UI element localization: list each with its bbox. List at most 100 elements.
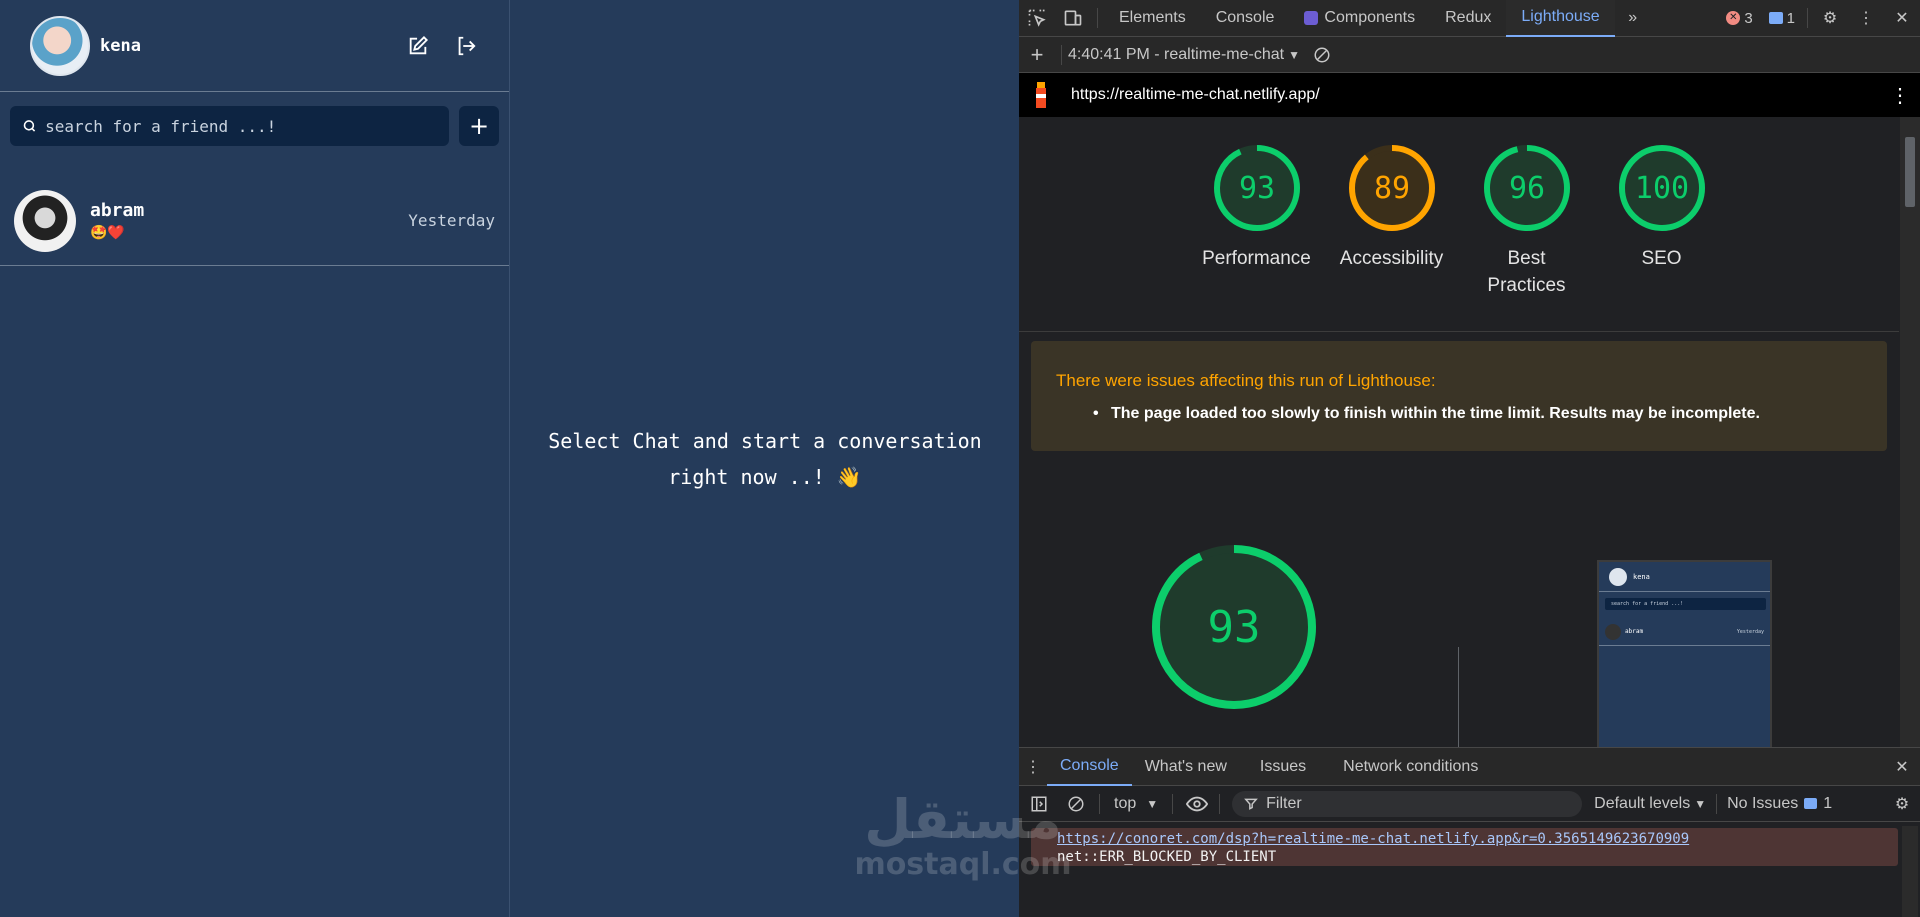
errors-badge[interactable]: ✕ 3	[1718, 10, 1760, 27]
devtools-tabbar: Elements Console Components Redux Lighth…	[1019, 0, 1920, 37]
drawer-menu-icon[interactable]: ⋮	[1019, 748, 1047, 785]
runtime-warning-box: There were issues affecting this run of …	[1031, 341, 1887, 451]
gauge-label: Best Practices	[1487, 248, 1566, 296]
lighthouse-report: 93 Performance 89 Accessibility 96 Best …	[1019, 117, 1899, 747]
svg-text:89: 89	[1373, 171, 1409, 206]
issues-counter[interactable]: No Issues 1	[1727, 795, 1832, 813]
clear-reports-icon[interactable]	[1304, 36, 1340, 73]
report-scrollbar[interactable]	[1900, 117, 1920, 747]
search-box	[10, 106, 449, 146]
console-error-link[interactable]: https://conoret.com/dsp?h=realtime-me-ch…	[1057, 830, 1898, 848]
sidebar-header: kena	[0, 0, 509, 92]
console-error-text: net::ERR_BLOCKED_BY_CLIENT	[1057, 849, 1277, 865]
context-selector[interactable]: top ▼	[1106, 795, 1166, 813]
logout-icon	[458, 36, 476, 55]
console-scrollbar[interactable]	[1902, 826, 1918, 917]
console-settings-gear-icon[interactable]: ⚙	[1884, 785, 1920, 822]
toolbar-divider	[1219, 793, 1221, 814]
thumb-avatar	[1609, 567, 1627, 586]
current-username: kena	[100, 35, 141, 56]
more-options-icon[interactable]: ⋮	[1848, 0, 1884, 37]
friend-search-input[interactable]	[45, 116, 437, 136]
lighthouse-logo-icon	[1036, 82, 1046, 108]
edit-profile-button[interactable]	[405, 33, 431, 59]
page-screenshot-thumbnail[interactable]: kena search for a friend ...! abram Yest…	[1597, 560, 1772, 747]
dropdown-arrow-icon: ▼	[1694, 796, 1707, 811]
gauge-label: Accessibility	[1339, 248, 1444, 269]
console-error-message: https://conoret.com/dsp?h=realtime-me-ch…	[1031, 828, 1898, 866]
messages-count: 1	[1786, 9, 1795, 27]
error-icon: ✕	[1726, 11, 1741, 25]
lighthouse-toolbar: + 4:40:41 PM - realtime-me-chat ▼	[1019, 37, 1920, 73]
device-toolbar-icon[interactable]	[1055, 0, 1091, 37]
close-devtools-icon[interactable]: ✕	[1884, 0, 1920, 37]
tab-console[interactable]: Console	[1201, 0, 1290, 37]
tab-redux[interactable]: Redux	[1430, 0, 1506, 37]
toolbar-divider	[1716, 793, 1718, 814]
console-toolbar: top ▼ Default levels ▼ No Is	[1019, 786, 1920, 822]
messages-badge[interactable]: 1	[1761, 10, 1803, 27]
toolbar-divider	[1061, 44, 1062, 65]
drawer-tabbar: ⋮ Console What's new Issues Network cond…	[1019, 748, 1920, 786]
dropdown-arrow-icon: ▼	[1288, 47, 1300, 62]
friend-list-item[interactable]: abram 🤩❤️ Yesterday	[0, 176, 509, 266]
tab-lighthouse[interactable]: Lighthouse	[1506, 0, 1615, 37]
thumb-friend-time: Yesterday	[1736, 628, 1764, 635]
drawer-tab-console[interactable]: Console	[1047, 748, 1132, 786]
gauge-best-practices[interactable]: 96 Best Practices	[1479, 143, 1574, 331]
log-levels-dropdown[interactable]: Default levels ▼	[1594, 795, 1706, 813]
more-tabs-icon[interactable]: »	[1615, 0, 1651, 37]
tab-components-label: Components	[1324, 9, 1416, 26]
drawer-tab-whats-new[interactable]: What's new	[1132, 748, 1240, 786]
scrollbar-thumb[interactable]	[1905, 137, 1915, 207]
gauge-label: Performance	[1202, 248, 1311, 269]
drawer-tab-network-conditions[interactable]: Network conditions	[1319, 748, 1491, 786]
gauge-performance[interactable]: 93 Performance	[1202, 143, 1311, 331]
warning-title: There were issues affecting this run of …	[1056, 371, 1436, 390]
gauge-ring: 93	[1213, 145, 1300, 231]
gauge-seo[interactable]: 100 SEO	[1614, 143, 1709, 331]
search-icon	[23, 120, 36, 132]
metric-divider	[1458, 647, 1459, 747]
watermark-arabic: مستقل	[864, 788, 1062, 851]
issues-label: No Issues	[1727, 794, 1799, 812]
logout-button[interactable]	[453, 33, 479, 59]
user-avatar[interactable]	[30, 15, 90, 76]
gauge-ring: 100	[1618, 145, 1705, 231]
inspect-element-icon[interactable]	[1019, 0, 1055, 37]
empty-chat-message: Select Chat and start a conversation rig…	[548, 428, 982, 489]
friend-info: abram 🤩❤️	[90, 200, 408, 241]
new-report-plus-icon[interactable]: +	[1019, 36, 1055, 73]
tab-components[interactable]: Components	[1289, 0, 1430, 37]
react-icon	[1304, 11, 1319, 25]
thumb-search: search for a friend ...!	[1605, 598, 1766, 610]
performance-big-gauge: 93	[1152, 545, 1316, 709]
close-drawer-icon[interactable]: ✕	[1884, 748, 1920, 785]
drawer-tab-issues[interactable]: Issues	[1240, 748, 1319, 786]
add-friend-button[interactable]: +	[459, 106, 499, 146]
tab-divider	[1807, 8, 1808, 28]
console-filter-input[interactable]	[1266, 794, 1474, 813]
console-drawer: ⋮ Console What's new Issues Network cond…	[1019, 747, 1920, 917]
gauge-label: SEO	[1641, 248, 1682, 269]
friend-name: abram	[90, 200, 145, 221]
chat-sidebar: kena + abram 🤩❤️ Yesterday	[0, 0, 510, 917]
settings-gear-icon[interactable]: ⚙	[1812, 0, 1848, 37]
report-selector-label: 4:40:41 PM - realtime-me-chat	[1068, 45, 1285, 63]
gauge-accessibility[interactable]: 89 Accessibility	[1340, 143, 1443, 331]
live-expression-eye-icon[interactable]	[1179, 785, 1215, 822]
gauge-ring: 89	[1348, 145, 1435, 231]
friend-avatar	[14, 189, 76, 252]
dropdown-arrow-icon: ▼	[1146, 796, 1159, 811]
report-menu-icon[interactable]: ⋮	[1890, 83, 1910, 108]
svg-text:100: 100	[1634, 171, 1688, 206]
devtools-panel: Elements Console Components Redux Lighth…	[1019, 0, 1920, 917]
warning-item: The page loaded too slowly to finish wit…	[1093, 405, 1862, 423]
watermark-latin: mostaql.com	[854, 847, 1072, 882]
report-selector[interactable]: 4:40:41 PM - realtime-me-chat ▼	[1068, 46, 1304, 64]
gauge-ring: 96	[1483, 145, 1570, 231]
big-gauge-score: 93	[1208, 602, 1261, 653]
svg-text:93: 93	[1238, 171, 1274, 206]
filter-funnel-icon	[1244, 798, 1258, 810]
tab-elements[interactable]: Elements	[1104, 0, 1201, 37]
